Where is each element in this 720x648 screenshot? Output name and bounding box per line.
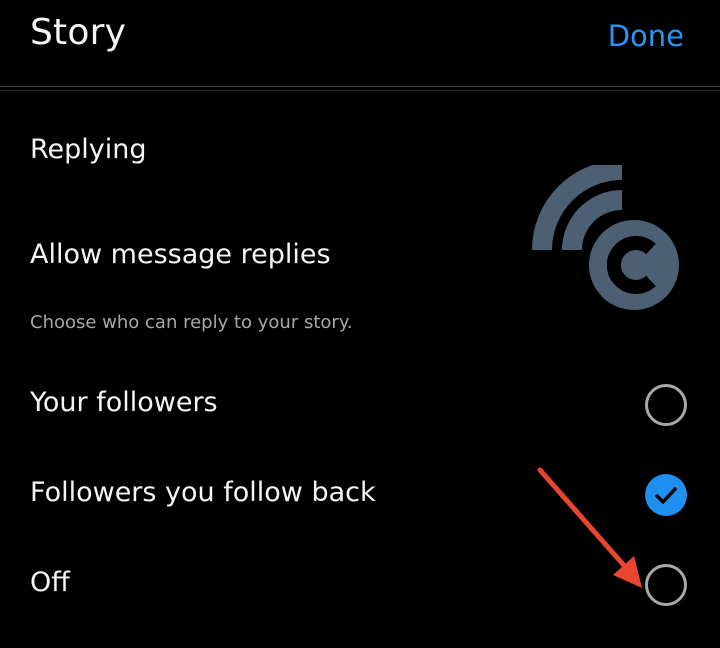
red-arrow-annotation xyxy=(537,467,642,588)
